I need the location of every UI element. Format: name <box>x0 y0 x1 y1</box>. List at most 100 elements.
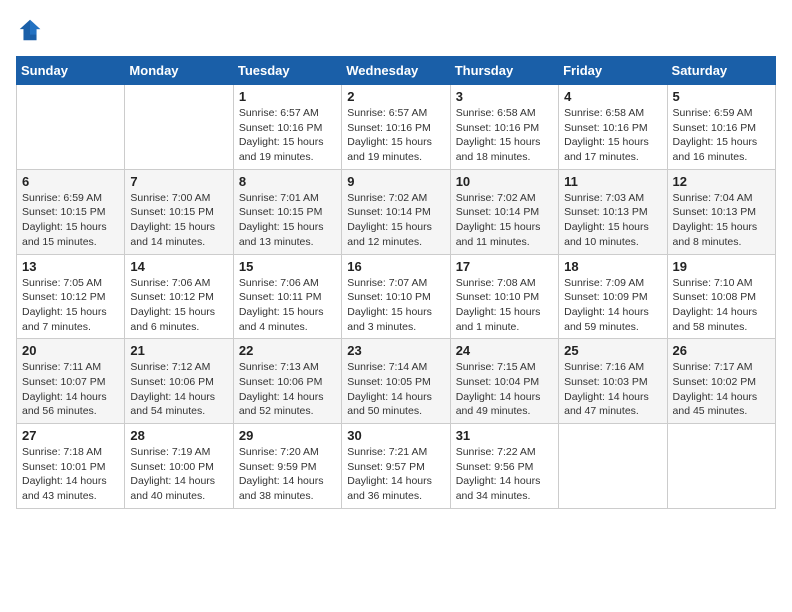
calendar-cell: 21 Sunrise: 7:12 AM Sunset: 10:06 PM Dayl… <box>125 339 233 424</box>
calendar-cell: 18 Sunrise: 7:09 AM Sunset: 10:09 PM Dayl… <box>559 254 667 339</box>
day-info: Sunrise: 7:14 AM Sunset: 10:05 PM Daylig… <box>347 360 444 419</box>
day-info: Sunrise: 7:20 AM Sunset: 9:59 PM Dayligh… <box>239 445 336 504</box>
calendar-cell: 14 Sunrise: 7:06 AM Sunset: 10:12 PM Dayl… <box>125 254 233 339</box>
day-info: Sunrise: 7:02 AM Sunset: 10:14 PM Daylig… <box>456 191 553 250</box>
day-number: 22 <box>239 343 336 358</box>
calendar-cell: 6 Sunrise: 6:59 AM Sunset: 10:15 PM Dayli… <box>17 169 125 254</box>
day-info: Sunrise: 6:58 AM Sunset: 10:16 PM Daylig… <box>456 106 553 165</box>
day-info: Sunrise: 6:58 AM Sunset: 10:16 PM Daylig… <box>564 106 661 165</box>
calendar-cell: 10 Sunrise: 7:02 AM Sunset: 10:14 PM Dayl… <box>450 169 558 254</box>
calendar-cell: 23 Sunrise: 7:14 AM Sunset: 10:05 PM Dayl… <box>342 339 450 424</box>
day-info: Sunrise: 7:02 AM Sunset: 10:14 PM Daylig… <box>347 191 444 250</box>
calendar-cell: 28Sunrise: 7:19 AM Sunset: 10:00 PM Dayl… <box>125 424 233 509</box>
calendar-cell <box>559 424 667 509</box>
day-number: 23 <box>347 343 444 358</box>
day-number: 24 <box>456 343 553 358</box>
calendar-cell: 5 Sunrise: 6:59 AM Sunset: 10:16 PM Dayli… <box>667 85 775 170</box>
day-info: Sunrise: 7:11 AM Sunset: 10:07 PM Daylig… <box>22 360 119 419</box>
weekday-header-tuesday: Tuesday <box>233 57 341 85</box>
weekday-header-sunday: Sunday <box>17 57 125 85</box>
calendar-cell: 3 Sunrise: 6:58 AM Sunset: 10:16 PM Dayli… <box>450 85 558 170</box>
calendar-cell: 20 Sunrise: 7:11 AM Sunset: 10:07 PM Dayl… <box>17 339 125 424</box>
weekday-header-thursday: Thursday <box>450 57 558 85</box>
day-number: 18 <box>564 259 661 274</box>
day-info: Sunrise: 6:57 AM Sunset: 10:16 PM Daylig… <box>239 106 336 165</box>
calendar-cell: 15Sunrise: 7:06 AM Sunset: 10:11 PM Dayl… <box>233 254 341 339</box>
calendar-cell: 4Sunrise: 6:58 AM Sunset: 10:16 PM Dayli… <box>559 85 667 170</box>
day-number: 14 <box>130 259 227 274</box>
day-number: 31 <box>456 428 553 443</box>
day-number: 3 <box>456 89 553 104</box>
calendar-cell: 30Sunrise: 7:21 AM Sunset: 9:57 PM Dayli… <box>342 424 450 509</box>
day-number: 12 <box>673 174 770 189</box>
calendar-week-5: 27Sunrise: 7:18 AM Sunset: 10:01 PM Dayl… <box>17 424 776 509</box>
day-number: 8 <box>239 174 336 189</box>
day-info: Sunrise: 7:09 AM Sunset: 10:09 PM Daylig… <box>564 276 661 335</box>
day-number: 1 <box>239 89 336 104</box>
weekday-header-wednesday: Wednesday <box>342 57 450 85</box>
day-number: 17 <box>456 259 553 274</box>
calendar-cell: 17 Sunrise: 7:08 AM Sunset: 10:10 PM Dayl… <box>450 254 558 339</box>
calendar-cell: 26Sunrise: 7:17 AM Sunset: 10:02 PM Dayl… <box>667 339 775 424</box>
day-info: Sunrise: 7:22 AM Sunset: 9:56 PM Dayligh… <box>456 445 553 504</box>
weekday-header-row: SundayMondayTuesdayWednesdayThursdayFrid… <box>17 57 776 85</box>
calendar-cell <box>125 85 233 170</box>
calendar-week-1: 1 Sunrise: 6:57 AM Sunset: 10:16 PM Dayli… <box>17 85 776 170</box>
calendar-cell: 7 Sunrise: 7:00 AM Sunset: 10:15 PM Dayli… <box>125 169 233 254</box>
day-number: 5 <box>673 89 770 104</box>
day-info: Sunrise: 7:07 AM Sunset: 10:10 PM Daylig… <box>347 276 444 335</box>
day-info: Sunrise: 7:17 AM Sunset: 10:02 PM Daylig… <box>673 360 770 419</box>
calendar-body: 1 Sunrise: 6:57 AM Sunset: 10:16 PM Dayli… <box>17 85 776 509</box>
calendar-cell: 9Sunrise: 7:02 AM Sunset: 10:14 PM Dayli… <box>342 169 450 254</box>
day-info: Sunrise: 7:03 AM Sunset: 10:13 PM Daylig… <box>564 191 661 250</box>
day-number: 20 <box>22 343 119 358</box>
calendar-cell: 12 Sunrise: 7:04 AM Sunset: 10:13 PM Dayl… <box>667 169 775 254</box>
logo <box>16 16 48 44</box>
day-info: Sunrise: 7:04 AM Sunset: 10:13 PM Daylig… <box>673 191 770 250</box>
day-info: Sunrise: 6:57 AM Sunset: 10:16 PM Daylig… <box>347 106 444 165</box>
calendar-cell: 19 Sunrise: 7:10 AM Sunset: 10:08 PM Dayl… <box>667 254 775 339</box>
calendar-cell <box>667 424 775 509</box>
calendar-cell: 11 Sunrise: 7:03 AM Sunset: 10:13 PM Dayl… <box>559 169 667 254</box>
calendar-cell: 2 Sunrise: 6:57 AM Sunset: 10:16 PM Dayli… <box>342 85 450 170</box>
day-info: Sunrise: 7:01 AM Sunset: 10:15 PM Daylig… <box>239 191 336 250</box>
day-info: Sunrise: 7:13 AM Sunset: 10:06 PM Daylig… <box>239 360 336 419</box>
day-number: 11 <box>564 174 661 189</box>
day-info: Sunrise: 7:08 AM Sunset: 10:10 PM Daylig… <box>456 276 553 335</box>
calendar-cell: 8 Sunrise: 7:01 AM Sunset: 10:15 PM Dayli… <box>233 169 341 254</box>
day-number: 29 <box>239 428 336 443</box>
calendar-week-4: 20 Sunrise: 7:11 AM Sunset: 10:07 PM Dayl… <box>17 339 776 424</box>
logo-icon <box>16 16 44 44</box>
day-info: Sunrise: 7:00 AM Sunset: 10:15 PM Daylig… <box>130 191 227 250</box>
day-info: Sunrise: 7:06 AM Sunset: 10:12 PM Daylig… <box>130 276 227 335</box>
calendar-cell: 22 Sunrise: 7:13 AM Sunset: 10:06 PM Dayl… <box>233 339 341 424</box>
day-info: Sunrise: 7:05 AM Sunset: 10:12 PM Daylig… <box>22 276 119 335</box>
day-info: Sunrise: 7:12 AM Sunset: 10:06 PM Daylig… <box>130 360 227 419</box>
day-number: 6 <box>22 174 119 189</box>
day-info: Sunrise: 6:59 AM Sunset: 10:15 PM Daylig… <box>22 191 119 250</box>
day-info: Sunrise: 7:18 AM Sunset: 10:01 PM Daylig… <box>22 445 119 504</box>
day-number: 13 <box>22 259 119 274</box>
day-number: 25 <box>564 343 661 358</box>
calendar-cell: 24 Sunrise: 7:15 AM Sunset: 10:04 PM Dayl… <box>450 339 558 424</box>
calendar-cell: 1 Sunrise: 6:57 AM Sunset: 10:16 PM Dayli… <box>233 85 341 170</box>
weekday-header-friday: Friday <box>559 57 667 85</box>
day-number: 15 <box>239 259 336 274</box>
day-number: 10 <box>456 174 553 189</box>
weekday-header-monday: Monday <box>125 57 233 85</box>
calendar-cell: 25 Sunrise: 7:16 AM Sunset: 10:03 PM Dayl… <box>559 339 667 424</box>
day-number: 30 <box>347 428 444 443</box>
calendar-week-3: 13 Sunrise: 7:05 AM Sunset: 10:12 PM Dayl… <box>17 254 776 339</box>
day-info: Sunrise: 6:59 AM Sunset: 10:16 PM Daylig… <box>673 106 770 165</box>
day-info: Sunrise: 7:15 AM Sunset: 10:04 PM Daylig… <box>456 360 553 419</box>
calendar-cell: 13 Sunrise: 7:05 AM Sunset: 10:12 PM Dayl… <box>17 254 125 339</box>
day-info: Sunrise: 7:16 AM Sunset: 10:03 PM Daylig… <box>564 360 661 419</box>
day-number: 19 <box>673 259 770 274</box>
day-number: 7 <box>130 174 227 189</box>
day-info: Sunrise: 7:10 AM Sunset: 10:08 PM Daylig… <box>673 276 770 335</box>
day-number: 21 <box>130 343 227 358</box>
day-number: 2 <box>347 89 444 104</box>
calendar-cell: 16Sunrise: 7:07 AM Sunset: 10:10 PM Dayl… <box>342 254 450 339</box>
weekday-header-saturday: Saturday <box>667 57 775 85</box>
page-header <box>16 16 776 44</box>
